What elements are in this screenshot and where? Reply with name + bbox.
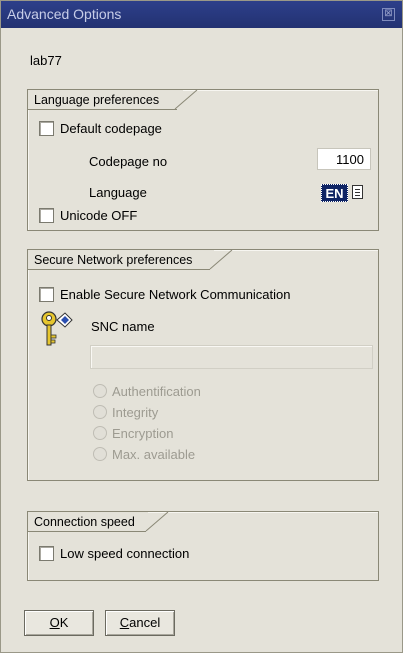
language-preferences-tab: Language preferences <box>28 90 183 110</box>
tab-underline <box>28 269 210 270</box>
unicode-off-label: Unicode OFF <box>60 208 138 223</box>
encryption-label: Encryption <box>112 426 174 441</box>
connection-speed-tab: Connection speed <box>28 512 148 532</box>
cancel-mnemonic: C <box>119 615 130 630</box>
window-title: Advanced Options <box>7 6 122 22</box>
group-tab-slant <box>173 90 198 110</box>
default-codepage-label: Default codepage <box>60 121 162 136</box>
tab-underline <box>28 109 175 110</box>
tab-underline <box>28 531 146 532</box>
enable-snc-checkbox[interactable] <box>39 287 54 302</box>
radio-max-available[interactable] <box>93 447 107 461</box>
low-speed-checkbox[interactable] <box>39 546 54 561</box>
language-label: Language <box>89 185 147 200</box>
key-lock-icon <box>41 311 73 346</box>
close-icon[interactable]: ⊠ <box>382 8 395 21</box>
codepage-no-field[interactable]: 1100 <box>317 148 371 170</box>
unicode-off-checkbox[interactable] <box>39 208 54 223</box>
advanced-options-dialog: Advanced Options ⊠ lab77 Language prefer… <box>0 0 403 653</box>
max-available-label: Max. available <box>112 447 196 462</box>
radio-encryption[interactable] <box>93 426 107 440</box>
group-tab-slant <box>145 512 169 532</box>
cancel-button[interactable]: Cancel <box>105 610 175 636</box>
title-bar: Advanced Options ⊠ <box>1 1 402 28</box>
cancel-label: ancel <box>129 615 161 630</box>
codepage-no-label: Codepage no <box>89 154 168 169</box>
group-tab-slant <box>209 250 233 270</box>
ok-button[interactable]: OK <box>24 610 94 636</box>
language-field[interactable]: EN <box>321 184 348 202</box>
ok-label: K <box>59 615 69 630</box>
authentification-label: Authentification <box>112 384 201 399</box>
radio-authentification[interactable] <box>93 384 107 398</box>
system-id-label: lab77 <box>30 53 62 68</box>
ok-mnemonic: O <box>49 615 60 630</box>
secure-network-tab: Secure Network preferences <box>28 250 214 270</box>
radio-integrity[interactable] <box>93 405 107 419</box>
enable-snc-label: Enable Secure Network Communication <box>60 287 291 302</box>
low-speed-label: Low speed connection <box>60 546 190 561</box>
language-preferences-title: Language preferences <box>34 93 160 107</box>
value-help-icon[interactable] <box>352 185 363 199</box>
integrity-label: Integrity <box>112 405 159 420</box>
default-codepage-checkbox[interactable] <box>39 121 54 136</box>
snc-name-field[interactable] <box>90 345 373 369</box>
secure-network-title: Secure Network preferences <box>34 253 193 267</box>
snc-name-label: SNC name <box>91 319 155 334</box>
connection-speed-title: Connection speed <box>34 515 135 529</box>
codepage-no-value: 1100 <box>336 152 364 167</box>
